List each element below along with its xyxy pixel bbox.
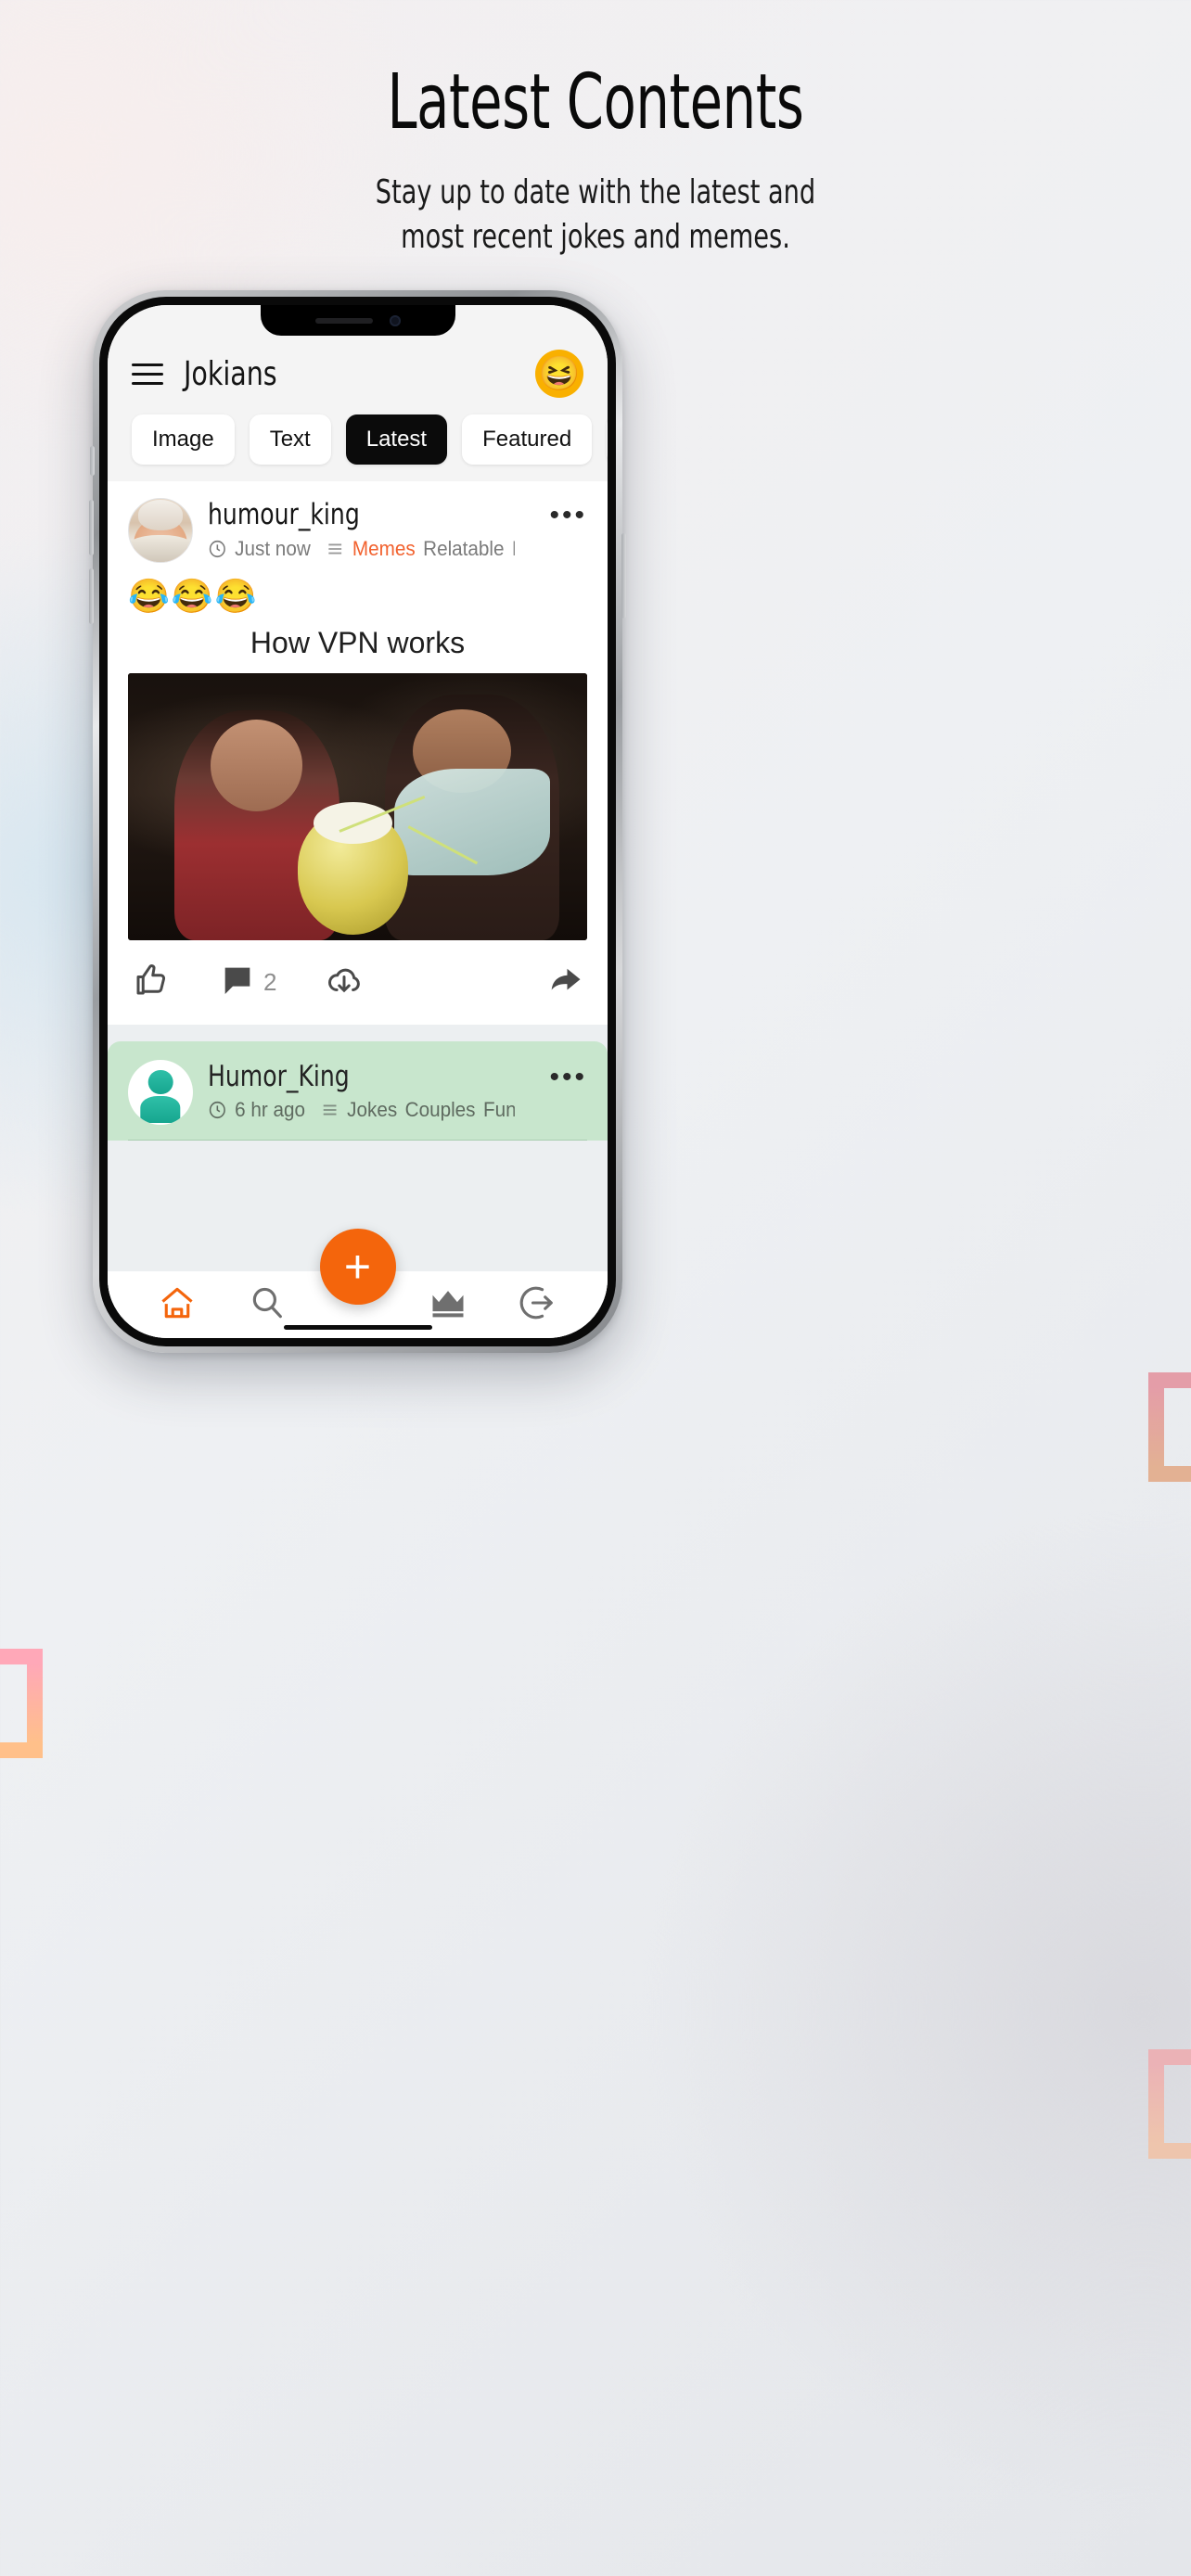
post-tag-primary[interactable]: Jokes [347, 1098, 397, 1122]
comment-icon [219, 962, 256, 1003]
divider [128, 1139, 587, 1141]
post-actions: 2 [128, 940, 587, 1025]
meme-image[interactable] [128, 672, 587, 940]
post-username[interactable]: humour_king [208, 498, 502, 532]
nav-item-search[interactable] [222, 1283, 312, 1327]
decorative-bracket-right-bottom [1148, 2049, 1191, 2159]
post-tag-primary[interactable]: Memes [352, 537, 416, 561]
hero-section: Latest Contents Stay up to date with the… [0, 58, 1191, 259]
clock-icon [208, 539, 227, 559]
search-icon [248, 1283, 287, 1327]
cloud-download-icon [325, 961, 364, 1004]
comment-count: 2 [263, 967, 277, 996]
phone-notch [260, 305, 455, 336]
more-options-icon[interactable]: ••• [549, 1060, 587, 1090]
chip-jokes[interactable]: Jokes [607, 414, 608, 465]
decorative-bracket-right-top [1148, 1372, 1191, 1482]
power-button[interactable] [621, 533, 626, 618]
post-card-featured[interactable]: Humor_King 6 hr ago Jokes Couples Fu ••• [108, 1040, 608, 1141]
post-submeta: Just now Memes Relatable Dank F [208, 537, 515, 561]
silent-switch[interactable] [90, 446, 95, 476]
meme-title: How VPN works [250, 625, 466, 659]
nav-item-logout[interactable] [493, 1282, 583, 1328]
list-icon [326, 539, 345, 559]
filter-chip-row[interactable]: Image Text Latest Featured Jokes [108, 402, 608, 481]
share-button[interactable] [544, 961, 583, 1004]
page-subtitle-line-2: most recent jokes and memes. [401, 217, 790, 256]
nav-item-premium[interactable] [403, 1282, 493, 1328]
nav-item-home[interactable] [132, 1282, 222, 1328]
plus-icon: + [343, 1241, 372, 1293]
app-title: Jokians [184, 354, 277, 393]
meme-coconut [298, 801, 408, 935]
avatar-emoji-glyph: 😆 [538, 354, 581, 392]
list-icon [320, 1100, 339, 1120]
earpiece-speaker [314, 317, 373, 324]
comment-button[interactable]: 2 [219, 962, 276, 1003]
page-title: Latest Contents [387, 58, 804, 147]
post-header: humour_king Just now Memes Relatable ••• [128, 498, 587, 563]
volume-up-button[interactable] [89, 500, 94, 555]
clock-icon [208, 1100, 227, 1120]
like-button[interactable] [132, 961, 171, 1004]
post-time: Just now [235, 536, 311, 560]
front-camera-icon [389, 314, 401, 326]
post-username[interactable]: Humor_King [208, 1060, 502, 1094]
page-subtitle: Stay up to date with the latest and most… [96, 171, 1096, 259]
post-meta: humour_king Just now Memes Relatable [208, 498, 534, 561]
avatar[interactable] [128, 1059, 193, 1125]
post-meta: Humor_King 6 hr ago Jokes Couples Fu [208, 1060, 534, 1123]
home-indicator [283, 1325, 432, 1330]
crown-icon [428, 1282, 468, 1328]
volume-down-button[interactable] [89, 568, 94, 624]
post-tag-1[interactable]: Couples [405, 1098, 476, 1122]
page-subtitle-line-1: Stay up to date with the latest and [375, 173, 816, 212]
laughing-emoji-avatar[interactable]: 😆 [535, 350, 583, 398]
share-arrow-icon [544, 961, 583, 1004]
post-tag-1[interactable]: Relatable [423, 537, 504, 561]
phone-bezel: Jokians 😆 Image Text Latest Featured Jok… [99, 297, 616, 1346]
chip-latest[interactable]: Latest [345, 414, 448, 465]
thumbs-up-icon [132, 961, 171, 1004]
feed-list[interactable]: humour_king Just now Memes Relatable •••… [108, 481, 608, 1338]
avatar[interactable] [128, 498, 193, 563]
post-card[interactable]: humour_king Just now Memes Relatable •••… [108, 481, 608, 1025]
download-button[interactable] [325, 961, 364, 1004]
post-header: Humor_King 6 hr ago Jokes Couples Fu ••• [128, 1059, 587, 1125]
home-icon [157, 1282, 198, 1328]
logout-icon [518, 1282, 558, 1328]
phone-screen: Jokians 😆 Image Text Latest Featured Jok… [108, 305, 608, 1338]
post-tag-2[interactable]: Dank [512, 537, 515, 561]
post-submeta: 6 hr ago Jokes Couples Funny Jokes [208, 1098, 515, 1122]
chip-text[interactable]: Text [249, 414, 331, 465]
decorative-bracket-left [0, 1649, 43, 1758]
post-tag-2[interactable]: Funny Jokes [483, 1098, 515, 1122]
phone-mockup: Jokians 😆 Image Text Latest Featured Jok… [89, 290, 626, 1353]
more-options-icon[interactable]: ••• [549, 498, 587, 529]
post-caption: 😂😂😂 [128, 577, 259, 615]
chip-image[interactable]: Image [132, 414, 235, 465]
chip-featured[interactable]: Featured [462, 414, 593, 465]
hamburger-menu-icon[interactable] [132, 363, 163, 385]
post-time: 6 hr ago [235, 1098, 306, 1122]
create-post-fab[interactable]: + [319, 1229, 396, 1305]
